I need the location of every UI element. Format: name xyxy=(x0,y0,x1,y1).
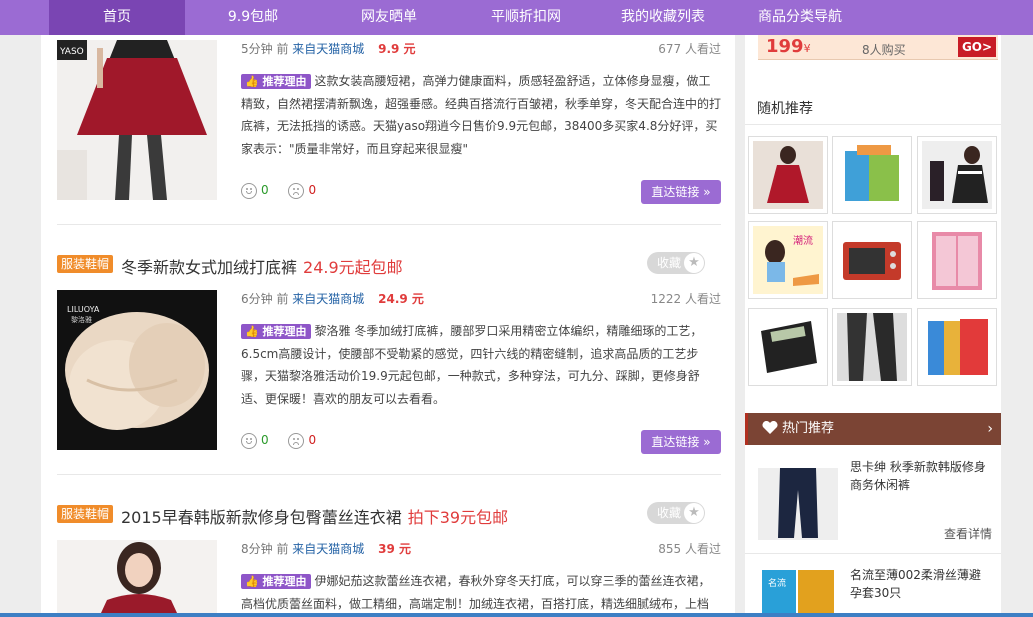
random-item-book-set[interactable] xyxy=(832,136,912,214)
smile-icon[interactable] xyxy=(241,432,257,449)
random-recommend-title: 随机推荐 xyxy=(757,101,813,117)
divider xyxy=(57,474,721,475)
category-badge[interactable]: 服装鞋帽 xyxy=(57,255,114,273)
random-item-oven[interactable] xyxy=(832,221,912,299)
favorite-button[interactable]: 收藏 ★ xyxy=(647,252,705,274)
random-item-red-dress[interactable] xyxy=(748,136,828,214)
buy-box: 199¥ 8人购买 GO> xyxy=(758,35,998,60)
svg-text:潮流: 潮流 xyxy=(793,234,813,247)
star-icon: ★ xyxy=(684,503,704,523)
vote-bar: 0 0 xyxy=(241,180,316,200)
vote-bar: 0 0 xyxy=(241,430,316,450)
direct-link-button[interactable]: 直达链接 » xyxy=(641,180,721,204)
product-description: 👍 推荐理由 伊娜妃茄这款蕾丝连衣裙，春秋外穿冬天打底，可以穿三季的蕾丝连衣裙，高… xyxy=(241,574,711,611)
view-count: 1222 人看过 xyxy=(650,292,721,306)
product-title[interactable]: 2015早春韩版新款修身包臀蕾丝连衣裙 拍下39元包邮 xyxy=(121,504,508,528)
random-item-calculator[interactable] xyxy=(748,308,828,386)
product-price: 24.9 元 xyxy=(378,292,424,306)
product-price: 39 元 xyxy=(378,542,412,556)
random-item-striped-dress[interactable] xyxy=(917,136,997,214)
product-price: 9.9 元 xyxy=(378,42,416,56)
source-link[interactable]: 来自天猫商城 xyxy=(292,542,364,556)
frown-icon[interactable] xyxy=(288,432,305,449)
bad-count: 0 xyxy=(308,183,317,197)
product-image-leggings[interactable]: LILUOYA 黎洛雅 xyxy=(57,290,217,450)
source-link[interactable]: 来自天猫商城 xyxy=(292,42,364,56)
nav-item-category-nav[interactable]: 商品分类导航 xyxy=(745,0,855,35)
product-meta: 8分钟 前 来自天猫商城 39 元 xyxy=(241,540,411,557)
bottom-bar xyxy=(0,613,1033,617)
good-count: 0 xyxy=(261,433,269,447)
recommend-reason-tag: 👍 推荐理由 xyxy=(241,74,311,89)
product-image-dress[interactable] xyxy=(57,540,217,613)
hot-recommend-title: 热门推荐 xyxy=(782,421,835,436)
product-meta: 6分钟 前 来自天猫商城 24.9 元 xyxy=(241,290,424,307)
source-link[interactable]: 来自天猫商城 xyxy=(292,292,364,306)
random-item-stockings[interactable] xyxy=(832,308,912,386)
view-count: 855 人看过 xyxy=(658,542,721,556)
direct-link-button[interactable]: 直达链接 » xyxy=(641,430,721,454)
product-description: 👍 推荐理由 这款女装高腰短裙，高弹力健康面料，质感轻盈舒适，立体修身显瘦，做工精… xyxy=(241,74,722,156)
star-icon: ★ xyxy=(684,253,704,273)
nav-item-user-showcase[interactable]: 网友晒单 xyxy=(334,0,444,35)
bad-count: 0 xyxy=(308,433,317,447)
svg-text:YASO: YASO xyxy=(59,47,84,57)
divider xyxy=(745,124,1001,125)
top-navigation: 首页 9.9包邮 网友晒单 平顺折扣网 我的收藏列表 商品分类导航 xyxy=(0,0,1033,35)
chevron-right-icon[interactable]: › xyxy=(987,413,993,445)
nav-item-favorites[interactable]: 我的收藏列表 xyxy=(608,0,718,35)
product-meta: 5分钟 前 来自天猫商城 9.9 元 xyxy=(241,40,416,57)
product-image-skirt[interactable]: YASO xyxy=(57,40,217,200)
recommend-reason-tag: 👍 推荐理由 xyxy=(241,324,311,339)
nav-item-home[interactable]: 首页 xyxy=(49,0,185,35)
favorite-button[interactable]: 收藏 ★ xyxy=(647,502,705,524)
buy-count: 8人购买 xyxy=(862,43,906,57)
svg-text:黎洛雅: 黎洛雅 xyxy=(71,315,92,324)
random-item-wardrobe[interactable] xyxy=(917,221,997,299)
recommend-reason-tag: 👍 推荐理由 xyxy=(241,574,311,589)
nav-item-9-9-free-shipping[interactable]: 9.9包邮 xyxy=(198,0,308,35)
post-time: 8分钟 前 xyxy=(241,542,289,556)
random-item-essay-books[interactable] xyxy=(917,308,997,386)
hot-item-title[interactable]: 名流至薄002柔滑丝薄避孕套30只 xyxy=(850,566,992,602)
frown-icon[interactable] xyxy=(288,182,305,199)
hot-item-image-condom-box[interactable]: 名流 xyxy=(758,566,838,613)
nav-item-pingshun-discount[interactable]: 平顺折扣网 xyxy=(471,0,581,35)
svg-text:名流: 名流 xyxy=(768,577,786,589)
buy-price: 199¥ xyxy=(766,36,811,57)
product-title[interactable]: 冬季新款女式加绒打底裤 24.9元起包邮 xyxy=(121,254,403,278)
hot-item-title[interactable]: 思卡绅 秋季新款韩版修身商务休闲裤 xyxy=(850,458,992,494)
smile-icon[interactable] xyxy=(241,182,257,199)
view-count: 677 人看过 xyxy=(658,42,721,56)
post-time: 6分钟 前 xyxy=(241,292,289,306)
random-item-shoes-promo[interactable]: 潮流 xyxy=(748,221,828,299)
post-time: 5分钟 前 xyxy=(241,42,289,56)
svg-text:LILUOYA: LILUOYA xyxy=(67,305,100,314)
divider xyxy=(745,553,1001,554)
product-description: 👍 推荐理由 黎洛雅 冬季加绒打底裤，腰部罗口采用精密立体编织，精雕细琢的工艺，6… xyxy=(241,324,703,406)
good-count: 0 xyxy=(261,183,269,197)
view-details-link[interactable]: 查看详情 xyxy=(944,525,992,542)
divider xyxy=(57,224,721,225)
heart-icon xyxy=(762,421,778,434)
hot-item-image-pants[interactable] xyxy=(758,460,838,540)
category-badge[interactable]: 服装鞋帽 xyxy=(57,505,114,523)
go-button[interactable]: GO> xyxy=(958,37,996,57)
hot-recommend-header: 热门推荐 › xyxy=(745,413,1001,445)
